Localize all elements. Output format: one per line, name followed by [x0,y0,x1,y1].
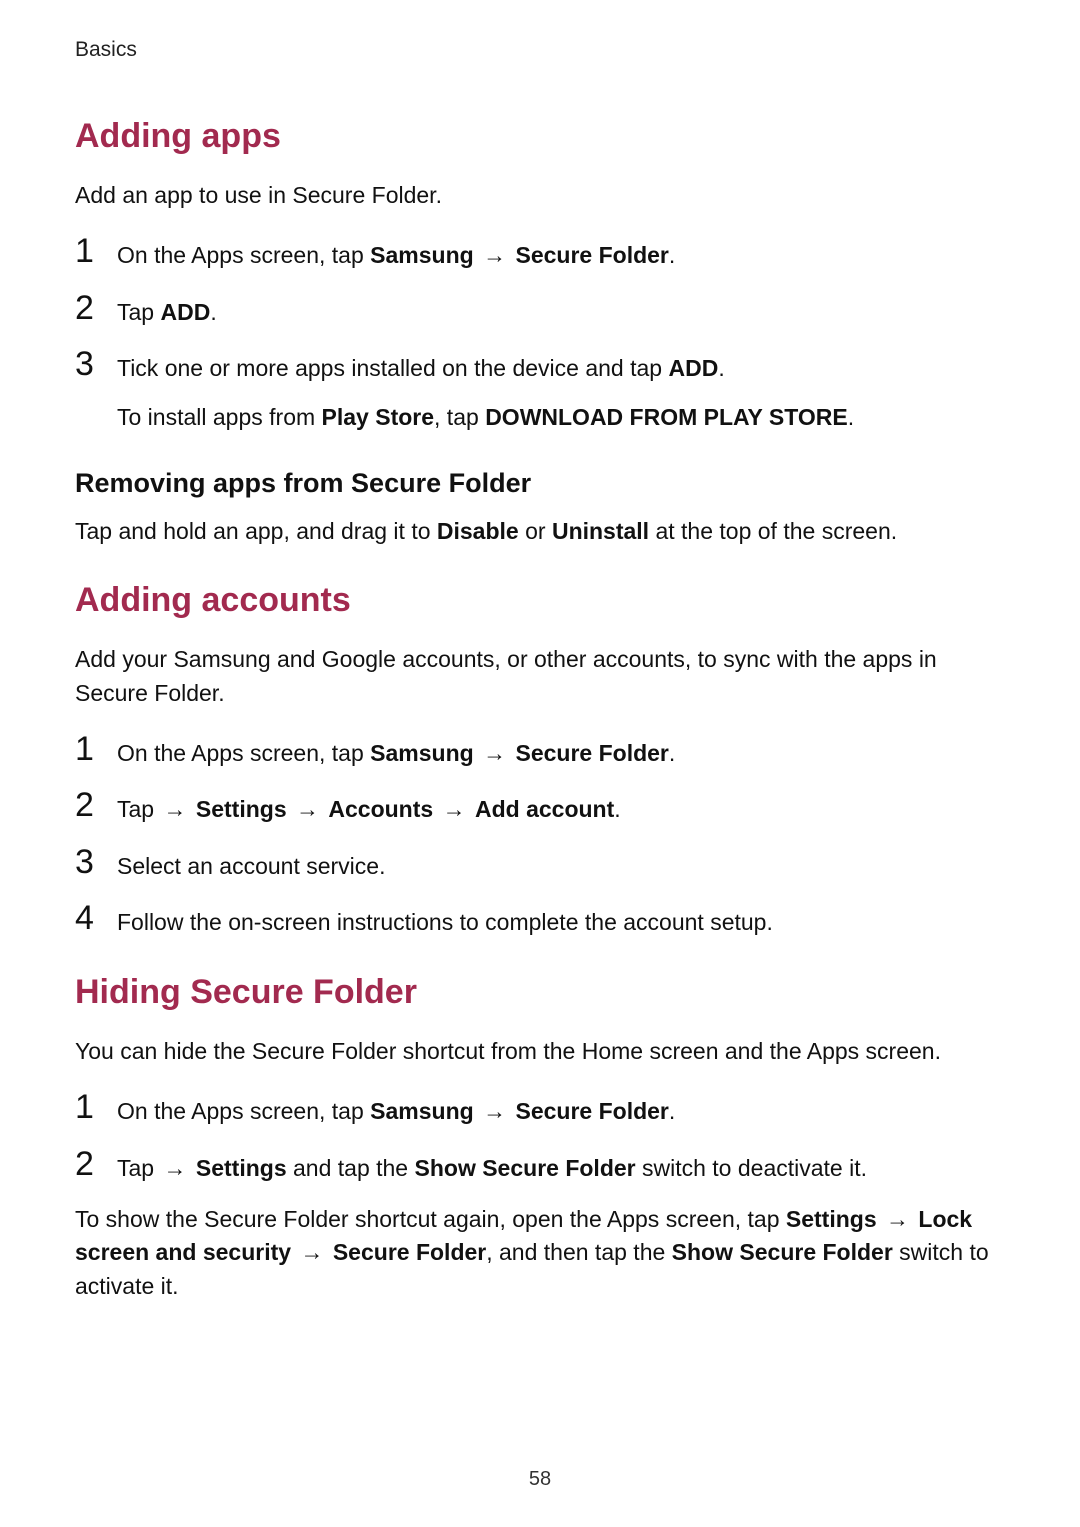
step-number: 1 [75,732,117,766]
para-hiding-trailing: To show the Secure Folder shortcut again… [75,1203,1005,1303]
page-content: Basics Adding apps Add an app to use in … [0,0,1080,1303]
bold-text: Samsung [370,242,474,268]
bold-text: Play Store [322,404,435,430]
steps-adding-accounts: 1On the Apps screen, tap Samsung → Secur… [75,732,1005,940]
bold-text: DOWNLOAD FROM PLAY STORE [485,404,848,430]
step-number: 4 [75,901,117,935]
step-body: Tick one or more apps installed on the d… [117,347,1005,434]
step-item: 1On the Apps screen, tap Samsung → Secur… [75,234,1005,273]
step-body: On the Apps screen, tap Samsung → Secure… [117,234,1005,273]
step-item: 4Follow the on-screen instructions to co… [75,901,1005,940]
step-item: 2Tap → Settings → Accounts → Add account… [75,788,1005,827]
arrow-icon: → [300,1236,323,1269]
page-number: 58 [0,1468,1080,1491]
bold-text: Accounts [328,796,433,822]
step-item: 2Tap ADD. [75,291,1005,330]
arrow-icon: → [483,238,506,273]
step-number: 2 [75,788,117,822]
intro-hiding: You can hide the Secure Folder shortcut … [75,1035,1005,1068]
bold-text: Uninstall [552,518,649,544]
step-body: Follow the on-screen instructions to com… [117,901,1005,940]
bold-text: Settings [196,1155,287,1181]
step-number: 3 [75,347,117,381]
arrow-icon: → [483,1094,506,1129]
section-adding-accounts: Adding accounts Add your Samsung and Goo… [75,580,1005,939]
heading-adding-accounts: Adding accounts [75,580,1005,621]
step-number: 2 [75,1147,117,1181]
arrow-icon: → [163,792,186,827]
running-head: Basics [75,38,1005,62]
bold-text: Add account [475,796,614,822]
arrow-icon: → [886,1203,909,1236]
step-subtext: To install apps from Play Store, tap DOW… [117,400,1005,435]
section-adding-apps: Adding apps Add an app to use in Secure … [75,116,1005,548]
bold-text: Settings [786,1206,877,1232]
step-body: On the Apps screen, tap Samsung → Secure… [117,732,1005,771]
bold-text: Secure Folder [333,1239,486,1265]
steps-hiding: 1On the Apps screen, tap Samsung → Secur… [75,1090,1005,1185]
bold-text: Secure Folder [515,242,668,268]
arrow-icon: → [443,792,466,827]
arrow-icon: → [483,736,506,771]
bold-text: Disable [437,518,519,544]
bold-text: Samsung [370,1098,474,1124]
step-item: 1On the Apps screen, tap Samsung → Secur… [75,732,1005,771]
bold-text: Settings [196,796,287,822]
heading-removing-apps: Removing apps from Secure Folder [75,468,1005,499]
intro-adding-accounts: Add your Samsung and Google accounts, or… [75,643,1005,710]
step-body: Tap → Settings and tap the Show Secure F… [117,1147,1005,1186]
steps-adding-apps: 1On the Apps screen, tap Samsung → Secur… [75,234,1005,434]
intro-adding-apps: Add an app to use in Secure Folder. [75,179,1005,212]
section-hiding: Hiding Secure Folder You can hide the Se… [75,972,1005,1303]
step-number: 3 [75,845,117,879]
bold-text: ADD [668,355,718,381]
heading-adding-apps: Adding apps [75,116,1005,157]
step-body: Tap → Settings → Accounts → Add account. [117,788,1005,827]
step-number: 1 [75,1090,117,1124]
arrow-icon: → [296,792,319,827]
bold-text: Secure Folder [515,1098,668,1124]
bold-text: Samsung [370,740,474,766]
bold-text: Secure Folder [515,740,668,766]
step-item: 2Tap → Settings and tap the Show Secure … [75,1147,1005,1186]
bold-text: ADD [160,299,210,325]
step-number: 1 [75,234,117,268]
step-item: 3Tick one or more apps installed on the … [75,347,1005,434]
bold-text: Show Secure Folder [672,1239,893,1265]
step-item: 1On the Apps screen, tap Samsung → Secur… [75,1090,1005,1129]
heading-hiding: Hiding Secure Folder [75,972,1005,1013]
arrow-icon: → [163,1151,186,1186]
para-removing-apps: Tap and hold an app, and drag it to Disa… [75,515,1005,548]
step-body: On the Apps screen, tap Samsung → Secure… [117,1090,1005,1129]
step-body: Tap ADD. [117,291,1005,330]
step-number: 2 [75,291,117,325]
step-item: 3Select an account service. [75,845,1005,884]
step-body: Select an account service. [117,845,1005,884]
bold-text: Show Secure Folder [415,1155,636,1181]
